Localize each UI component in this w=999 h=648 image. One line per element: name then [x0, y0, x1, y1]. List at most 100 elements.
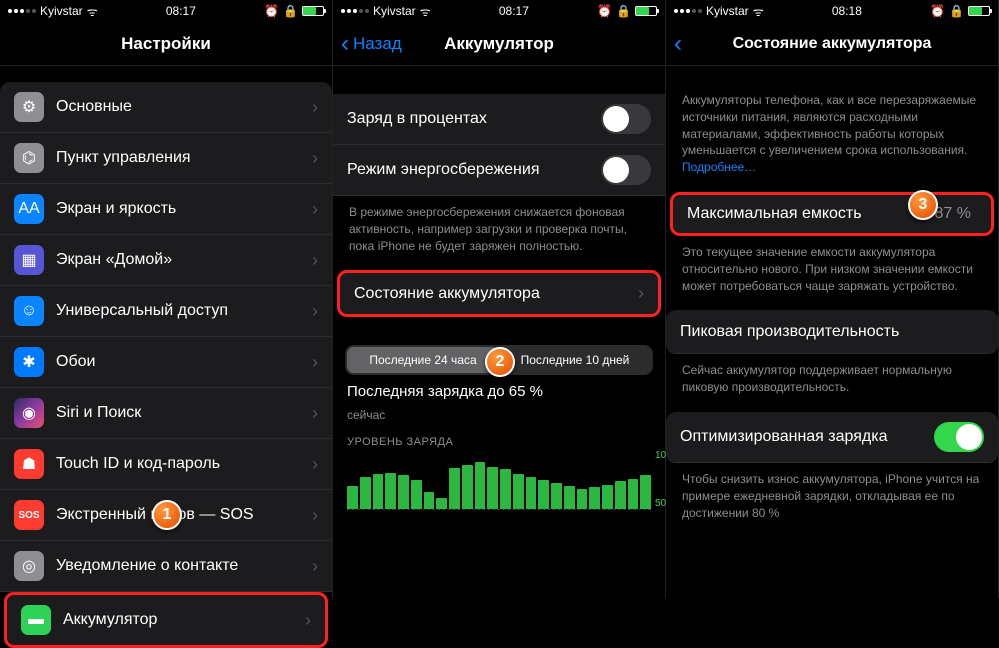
chevron-right-icon: › — [305, 610, 311, 631]
row-peak-performance[interactable]: Пиковая производительность — [666, 310, 998, 354]
segment-10d[interactable]: Последние 10 дней — [499, 347, 651, 373]
status-time: 08:17 — [499, 4, 529, 18]
lock-icon: 🔒 — [949, 4, 964, 18]
status-bar: Kyivstar ᯤ 08:17 ⏰ 🔒 — [333, 0, 665, 22]
battery-health-panel: Kyivstar ᯤ 08:18 ⏰ 🔒 ‹ Состояние аккумул… — [666, 0, 999, 598]
row-label: Максимальная емкость — [687, 205, 935, 223]
lock-icon: 🔒 — [283, 4, 298, 18]
chart-bar — [628, 479, 639, 510]
row-icon: ⚙ — [14, 92, 44, 122]
carrier-label: Kyivstar — [706, 4, 749, 18]
back-button[interactable]: ‹ Назад — [341, 22, 402, 65]
learn-more-link[interactable]: Подробнее… — [682, 160, 756, 174]
nav-bar: ‹ Состояние аккумулятора — [666, 22, 998, 66]
wifi-icon: ᯤ — [753, 3, 764, 20]
segment-24h[interactable]: Последние 24 часа — [347, 347, 499, 373]
battery-icon — [302, 6, 324, 16]
last-charge-label: Последняя зарядка до 65 % — [333, 375, 665, 408]
row-low-power[interactable]: Режим энергосбережения — [333, 145, 665, 196]
toggle-optimized-charging[interactable] — [934, 422, 984, 452]
row-icon: ☺ — [14, 296, 44, 326]
chart-bar — [513, 474, 524, 509]
page-title: Настройки — [121, 34, 211, 54]
nav-bar: ‹ Назад Аккумулятор — [333, 22, 665, 66]
chart-bar — [436, 498, 447, 510]
intro-text: Аккумуляторы телефона, как и все перезар… — [666, 66, 998, 192]
wifi-icon: ᯤ — [420, 3, 431, 20]
row-icon: ✱ — [14, 347, 44, 377]
signal-dots-icon — [341, 9, 369, 13]
row-label: Пункт управления — [56, 149, 312, 167]
settings-accessibility[interactable]: ☺Универсальный доступ› — [0, 286, 332, 337]
page-title: Состояние аккумулятора — [733, 35, 932, 53]
chevron-right-icon: › — [312, 556, 318, 577]
settings-home-screen[interactable]: ▦Экран «Домой»› — [0, 235, 332, 286]
settings-general[interactable]: ⚙Основные› — [0, 82, 332, 133]
chart-bar — [475, 462, 486, 509]
chevron-right-icon: › — [312, 148, 318, 169]
row-label: Обои — [56, 353, 312, 371]
row-label: Экран и яркость — [56, 200, 312, 218]
max-capacity-footer: Это текущее значение емкости аккумулятор… — [666, 236, 998, 310]
settings-list: ⚙Основные›⌬Пункт управления›AAЭкран и яр… — [0, 82, 332, 648]
row-label: Экстренный вызов — SOS — [56, 506, 312, 524]
chevron-right-icon: › — [312, 199, 318, 220]
row-icon: ◉ — [14, 398, 44, 428]
settings-exposure[interactable]: ◎Уведомление о контакте› — [0, 541, 332, 592]
peak-footer: Сейчас аккумулятор поддерживает нормальн… — [666, 354, 998, 412]
chart-bar — [551, 483, 562, 510]
chart-bar — [526, 477, 537, 509]
low-power-footer: В режиме энергосбережения снижается фоно… — [333, 196, 665, 270]
wifi-icon: ᯤ — [87, 3, 98, 20]
row-label: Основные — [56, 98, 312, 116]
row-label: Пиковая производительность — [680, 323, 984, 341]
chart-bar — [564, 486, 575, 510]
battery-icon — [635, 6, 657, 16]
opt-footer: Чтобы снизить износ аккумулятора, iPhone… — [666, 463, 998, 537]
settings-control-center[interactable]: ⌬Пункт управления› — [0, 133, 332, 184]
status-bar: Kyivstar ᯤ 08:18 ⏰ 🔒 — [666, 0, 998, 22]
chevron-right-icon: › — [312, 250, 318, 271]
carrier-label: Kyivstar — [40, 4, 83, 18]
settings-touchid[interactable]: ☗Touch ID и код-пароль› — [0, 439, 332, 490]
chart-bar — [449, 468, 460, 509]
alarm-icon: ⏰ — [597, 4, 612, 18]
step-badge-1: 1 — [152, 500, 182, 530]
battery-panel: Kyivstar ᯤ 08:17 ⏰ 🔒 ‹ Назад Аккумулятор… — [333, 0, 666, 598]
row-optimized-charging[interactable]: Оптимизированная зарядка — [666, 412, 998, 463]
row-battery-health[interactable]: Состояние аккумулятора › — [337, 270, 661, 317]
toggle-battery-percent[interactable] — [601, 104, 651, 134]
row-battery-percent[interactable]: Заряд в процентах — [333, 94, 665, 145]
settings-siri[interactable]: ◉Siri и Поиск› — [0, 388, 332, 439]
settings-display[interactable]: AAЭкран и яркость› — [0, 184, 332, 235]
chart-bar — [360, 477, 371, 509]
page-title: Аккумулятор — [444, 34, 554, 54]
toggle-low-power[interactable] — [601, 155, 651, 185]
chevron-right-icon: › — [312, 454, 318, 475]
settings-battery[interactable]: ▬Аккумулятор› — [4, 592, 328, 648]
row-label: Аккумулятор — [63, 611, 305, 629]
row-label: Универсальный доступ — [56, 302, 312, 320]
chevron-right-icon: › — [312, 505, 318, 526]
chart-bar — [385, 473, 396, 510]
chart-bar — [602, 485, 613, 510]
chart-title: УРОВЕНЬ ЗАРЯДА — [333, 430, 665, 450]
row-icon: ▦ — [14, 245, 44, 275]
chevron-right-icon: › — [312, 352, 318, 373]
chart-bar — [347, 486, 358, 510]
nav-bar: Настройки — [0, 22, 332, 66]
step-badge-3: 3 — [908, 190, 938, 220]
settings-wallpaper[interactable]: ✱ Обои› — [0, 337, 332, 388]
chart-bar — [615, 481, 626, 509]
chart-bar — [538, 480, 549, 510]
chart-bar — [640, 475, 651, 509]
status-time: 08:18 — [832, 4, 862, 18]
back-button[interactable]: ‹ — [674, 22, 682, 65]
chart-bar — [411, 480, 422, 510]
step-badge-2: 2 — [485, 347, 515, 377]
row-icon: SOS — [14, 500, 44, 530]
status-time: 08:17 — [166, 4, 196, 18]
row-max-capacity[interactable]: Максимальная емкость 87 % — [670, 192, 994, 236]
row-label: Режим энергосбережения — [347, 161, 601, 179]
chart-bar — [589, 487, 600, 509]
